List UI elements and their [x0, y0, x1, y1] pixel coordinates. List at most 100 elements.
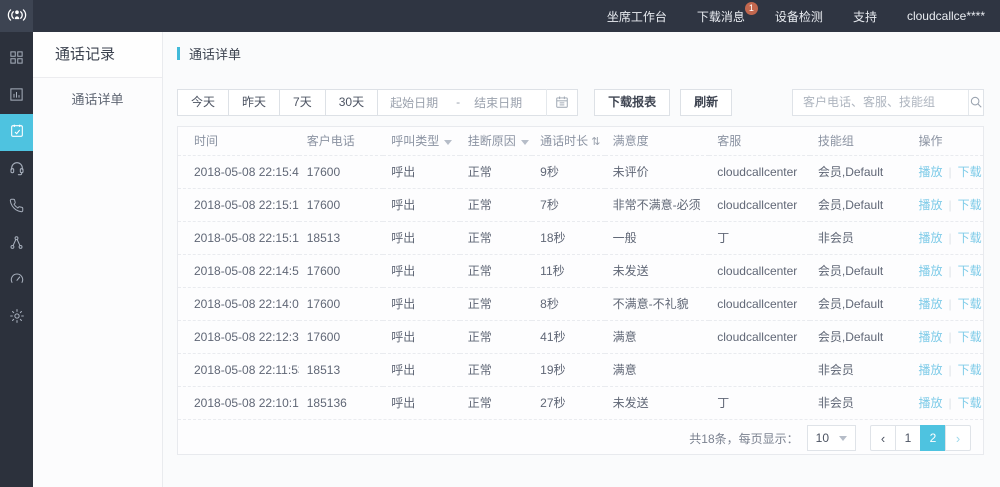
col-header-call-type[interactable]: 呼叫类型 — [383, 127, 459, 155]
rail-item-agent[interactable] — [0, 151, 33, 188]
cell-call-type: 呼出 — [383, 155, 459, 188]
nav-account[interactable]: cloudcallce**** — [892, 0, 1000, 32]
page-button-1[interactable]: 1 — [895, 425, 921, 451]
cell-actions: 播放|下载 — [911, 320, 984, 353]
filter-today-button[interactable]: 今天 — [177, 89, 229, 116]
cell-actions: 播放|下载 — [911, 155, 984, 188]
cell-satisfaction: 满意 — [605, 320, 710, 353]
rail-item-ivr-flow[interactable] — [0, 225, 33, 262]
col-header-duration[interactable]: 通话时长⇅ — [532, 127, 604, 155]
cell-satisfaction: 未发送 — [605, 254, 710, 287]
cell-agent: cloudcallcenter — [709, 287, 810, 320]
search-icon — [969, 95, 983, 109]
cell-time: 2018-05-08 22:12:37 — [178, 320, 299, 353]
cell-satisfaction: 不满意-不礼貌 — [605, 287, 710, 320]
app-logo[interactable] — [0, 0, 33, 32]
download-link[interactable]: 下载 — [958, 396, 982, 410]
title-accent-bar — [177, 47, 180, 60]
action-separator: | — [943, 264, 958, 278]
start-date-input[interactable]: 起始日期 — [390, 94, 452, 111]
cell-duration: 7秒 — [532, 188, 604, 221]
top-nav: 坐席工作台 下载消息 1 设备检测 支持 cloudcallce**** — [592, 0, 1000, 32]
download-link[interactable]: 下载 — [958, 264, 982, 278]
call-records-icon — [9, 123, 25, 142]
cell-time: 2018-05-08 22:15:13 — [178, 188, 299, 221]
cell-agent: cloudcallcenter — [709, 155, 810, 188]
play-link[interactable]: 播放 — [919, 396, 943, 410]
rail-item-monitor[interactable] — [0, 262, 33, 299]
col-header-time: 时间 — [178, 127, 299, 155]
prev-page-button[interactable]: ‹ — [870, 425, 896, 451]
nav-download-messages[interactable]: 下载消息 1 — [682, 0, 760, 32]
play-link[interactable]: 播放 — [919, 330, 943, 344]
col-header-hangup-reason[interactable]: 挂断原因 — [460, 127, 532, 155]
rail-item-settings[interactable] — [0, 299, 33, 336]
main-content: 通话详单 今天 昨天 7天 30天 起始日期 - 结束日期 — [163, 32, 1000, 487]
cell-time: 2018-05-08 22:10:15 — [178, 386, 299, 419]
cell-time: 2018-05-08 22:15:48 — [178, 155, 299, 188]
play-link[interactable]: 播放 — [919, 297, 943, 311]
play-link[interactable]: 播放 — [919, 231, 943, 245]
rail-item-phone[interactable] — [0, 188, 33, 225]
bar-chart-icon — [9, 87, 24, 105]
rail-item-reports[interactable] — [0, 77, 33, 114]
search-input[interactable] — [793, 90, 968, 115]
table-footer: 共18条，每页显示： 10 ‹ 1 2 › — [178, 419, 983, 456]
cell-call-type: 呼出 — [383, 386, 459, 419]
cell-duration: 8秒 — [532, 287, 604, 320]
cell-duration: 19秒 — [532, 353, 604, 386]
download-report-button[interactable]: 下载报表 — [594, 89, 670, 116]
download-link[interactable]: 下载 — [958, 330, 982, 344]
cell-call-type: 呼出 — [383, 287, 459, 320]
cell-skill-group: 非会员 — [810, 353, 911, 386]
table-row: 2018-05-08 22:12:37 17600 呼出 正常 41秒 满意 c… — [178, 320, 983, 353]
dashboard-grid-icon — [9, 50, 24, 68]
play-link[interactable]: 播放 — [919, 165, 943, 179]
gauge-icon — [9, 271, 25, 290]
end-date-input[interactable]: 结束日期 — [474, 94, 536, 111]
page-size-select[interactable]: 10 — [807, 425, 856, 451]
rail-item-dashboard[interactable] — [0, 40, 33, 77]
icon-rail — [0, 32, 33, 487]
refresh-button[interactable]: 刷新 — [680, 89, 732, 116]
nav-support[interactable]: 支持 — [838, 0, 892, 32]
download-link[interactable]: 下载 — [958, 297, 982, 311]
cell-time: 2018-05-08 22:15:11 — [178, 221, 299, 254]
page-header: 通话详单 — [177, 44, 241, 63]
play-link[interactable]: 播放 — [919, 363, 943, 377]
rail-item-call-records[interactable] — [0, 114, 33, 151]
calendar-icon[interactable] — [546, 89, 569, 116]
download-link[interactable]: 下载 — [958, 198, 982, 212]
sidebar-item-call-detail[interactable]: 通话详单 — [33, 78, 162, 122]
download-link[interactable]: 下载 — [958, 231, 982, 245]
date-range-picker[interactable]: 起始日期 - 结束日期 — [377, 89, 578, 116]
table-row: 2018-05-08 22:11:53 18513 呼出 正常 19秒 满意 非… — [178, 353, 983, 386]
cell-skill-group: 会员,Default — [810, 320, 911, 353]
cell-duration: 27秒 — [532, 386, 604, 419]
col-header-actions: 操作 — [911, 127, 984, 155]
play-link[interactable]: 播放 — [919, 198, 943, 212]
page-button-2[interactable]: 2 — [920, 425, 946, 451]
cell-agent: 丁 — [709, 221, 810, 254]
play-link[interactable]: 播放 — [919, 264, 943, 278]
nav-device-check[interactable]: 设备检测 — [760, 0, 838, 32]
filter-7days-button[interactable]: 7天 — [279, 89, 326, 116]
chevron-right-icon: › — [956, 432, 960, 445]
cell-actions: 播放|下载 — [911, 221, 984, 254]
cell-time: 2018-05-08 22:14:09 — [178, 287, 299, 320]
action-separator: | — [943, 231, 958, 245]
download-link[interactable]: 下载 — [958, 165, 982, 179]
search-button[interactable] — [968, 90, 983, 115]
cell-duration: 9秒 — [532, 155, 604, 188]
nav-agent-workbench[interactable]: 坐席工作台 — [592, 0, 682, 32]
account-name: cloudcallce**** — [907, 9, 985, 23]
cell-actions: 播放|下载 — [911, 254, 984, 287]
message-count-badge: 1 — [745, 2, 758, 15]
next-page-button[interactable]: › — [945, 425, 971, 451]
cell-duration: 11秒 — [532, 254, 604, 287]
sort-icon[interactable]: ⇅ — [591, 136, 600, 148]
filter-yesterday-button[interactable]: 昨天 — [228, 89, 280, 116]
col-label: 挂断原因 — [468, 134, 516, 148]
filter-30days-button[interactable]: 30天 — [325, 89, 378, 116]
download-link[interactable]: 下载 — [958, 363, 982, 377]
